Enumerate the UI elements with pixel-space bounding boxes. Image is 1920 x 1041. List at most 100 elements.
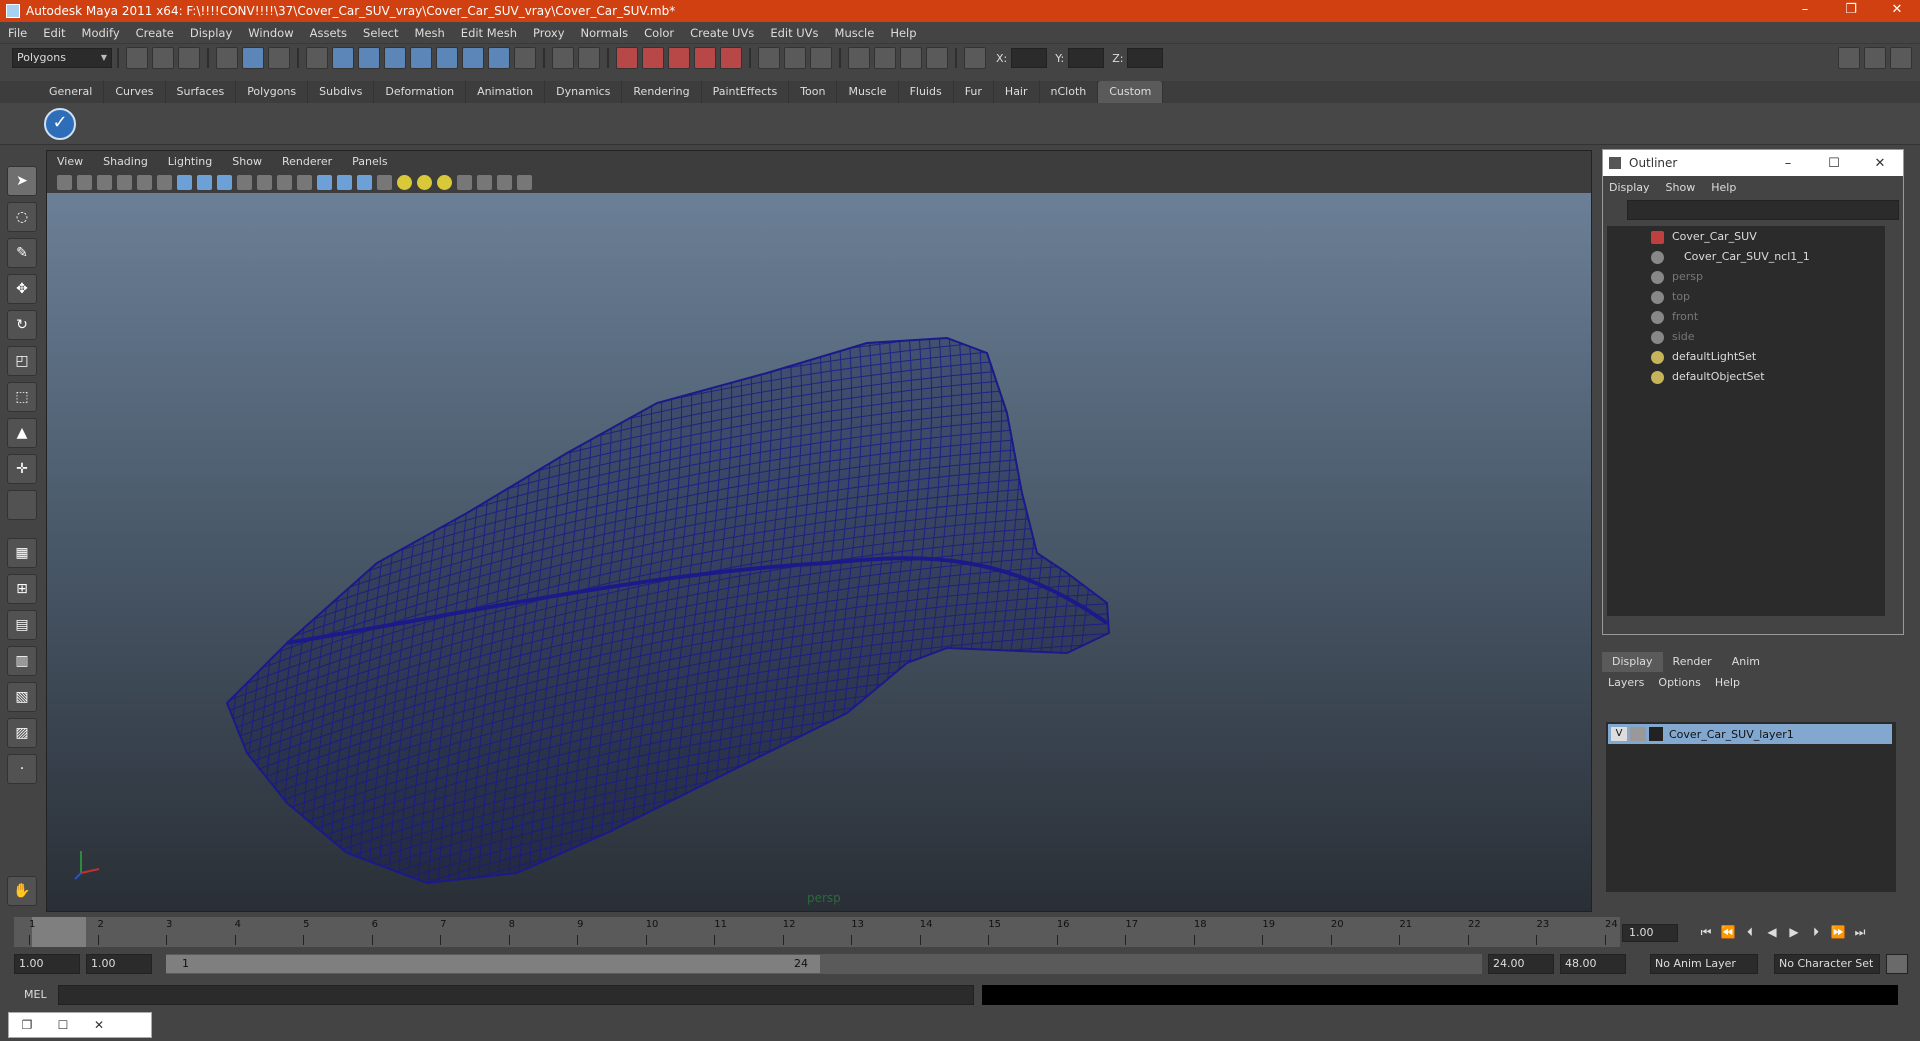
select-misc-icon[interactable] <box>514 47 536 69</box>
menu-edit-uvs[interactable]: Edit UVs <box>762 26 826 40</box>
shelf-tab-toon[interactable]: Toon <box>789 81 838 103</box>
character-set-dropdown[interactable]: No Character Set <box>1774 954 1880 974</box>
shelf-tab-subdivs[interactable]: Subdivs <box>308 81 375 103</box>
menu-modify[interactable]: Modify <box>74 26 128 40</box>
lock-selection-icon[interactable] <box>552 47 574 69</box>
select-object-icon[interactable] <box>242 47 264 69</box>
default-light-icon[interactable] <box>437 174 452 190</box>
snap-grid-icon[interactable] <box>616 47 638 69</box>
menu-edit[interactable]: Edit <box>35 26 73 40</box>
make-live-icon[interactable] <box>720 47 742 69</box>
step-back-frame-icon[interactable]: ⏪ <box>1717 925 1739 940</box>
shelf-tab-custom[interactable]: Custom <box>1098 81 1164 103</box>
anim-layer-dropdown[interactable]: No Anim Layer <box>1650 954 1758 974</box>
step-back-key-icon[interactable]: ⏴ <box>1739 925 1761 940</box>
quick-layout-icon[interactable]: ✋ <box>7 876 37 906</box>
save-scene-icon[interactable] <box>178 47 200 69</box>
menu-file[interactable]: File <box>0 26 35 40</box>
menu-display[interactable]: Display <box>182 26 240 40</box>
vp-menu-renderer[interactable]: Renderer <box>272 155 342 168</box>
x-field[interactable] <box>1011 48 1048 68</box>
outliner-item[interactable]: defaultLightSet <box>1651 348 1756 366</box>
range-slider-track[interactable]: 1 24 <box>166 954 1482 974</box>
menu-edit-mesh[interactable]: Edit Mesh <box>453 26 525 40</box>
go-to-end-icon[interactable]: ⏭ <box>1849 925 1871 940</box>
xray-icon[interactable] <box>477 174 492 190</box>
checkmark-icon[interactable]: ✓ <box>44 108 76 140</box>
scale-tool-icon[interactable]: ◰ <box>7 346 37 376</box>
select-rendering-icon[interactable] <box>488 47 510 69</box>
y-field[interactable] <box>1068 48 1105 68</box>
shelf-tab-fluids[interactable]: Fluids <box>899 81 954 103</box>
select-component-icon[interactable] <box>268 47 290 69</box>
layer-menu-layers[interactable]: Layers <box>1608 676 1644 689</box>
outliner-maximize-button[interactable]: ☐ <box>1811 156 1857 171</box>
layer-tab-display[interactable]: Display <box>1602 652 1663 672</box>
shadows-icon[interactable] <box>417 174 432 190</box>
mel-label[interactable]: MEL <box>24 988 47 1001</box>
layer-visibility-toggle[interactable]: V <box>1611 727 1627 741</box>
select-dynamics-icon[interactable] <box>462 47 484 69</box>
single-pane-layout-icon[interactable]: ▦ <box>7 538 37 568</box>
ipr-render-icon[interactable] <box>900 47 922 69</box>
select-deformations-icon[interactable] <box>436 47 458 69</box>
range-slider-bar[interactable]: 1 24 <box>166 955 820 973</box>
render-view-icon[interactable] <box>848 47 870 69</box>
start-time-field[interactable]: 1.00 <box>14 954 80 974</box>
menu-assets[interactable]: Assets <box>302 26 355 40</box>
layer-row[interactable]: V Cover_Car_SUV_layer1 <box>1608 724 1892 744</box>
mini-maximize-button[interactable]: ☐ <box>45 1018 81 1032</box>
outliner-item[interactable]: Cover_Car_SUV_ncl1_1 <box>1651 248 1810 266</box>
playback-end-field[interactable]: 24.00 <box>1488 954 1554 974</box>
paint-select-tool-icon[interactable]: ✎ <box>7 238 37 268</box>
vp-menu-view[interactable]: View <box>47 155 93 168</box>
play-backwards-icon[interactable]: ◀ <box>1761 925 1783 940</box>
layer-menu-options[interactable]: Options <box>1658 676 1700 689</box>
shelf-tab-hair[interactable]: Hair <box>994 81 1040 103</box>
new-scene-icon[interactable] <box>126 47 148 69</box>
input-ops-icon[interactable] <box>758 47 780 69</box>
shelf-tab-dynamics[interactable]: Dynamics <box>545 81 623 103</box>
outliner-menu-help[interactable]: Help <box>1711 181 1736 194</box>
vp-menu-lighting[interactable]: Lighting <box>158 155 222 168</box>
restore-button[interactable]: ❐ <box>1828 0 1874 22</box>
snap-view-plane-icon[interactable] <box>694 47 716 69</box>
lasso-tool-icon[interactable]: ◌ <box>7 202 37 232</box>
universal-manipulator-icon[interactable]: ⬚ <box>7 382 37 412</box>
outliner-persp-layout-icon[interactable]: ▤ <box>7 610 37 640</box>
select-surfaces-icon[interactable] <box>410 47 432 69</box>
menu-help[interactable]: Help <box>882 26 924 40</box>
mini-close-button[interactable]: ✕ <box>81 1018 117 1032</box>
outliner-item[interactable]: side <box>1651 328 1695 346</box>
grid-icon[interactable] <box>177 174 192 190</box>
menu-select[interactable]: Select <box>355 26 406 40</box>
rotate-tool-icon[interactable]: ↻ <box>7 310 37 340</box>
menu-normals[interactable]: Normals <box>573 26 637 40</box>
wireframe-icon[interactable] <box>317 174 332 190</box>
persp-graph-hypershade-layout-icon[interactable]: ▨ <box>7 718 37 748</box>
shelf-tab-fur[interactable]: Fur <box>954 81 994 103</box>
wireframe-on-shaded-icon[interactable] <box>357 174 372 190</box>
film-gate-icon[interactable] <box>197 174 212 190</box>
render-frame-icon[interactable] <box>874 47 896 69</box>
viewport-canvas[interactable]: persp <box>47 193 1591 911</box>
outliner-item[interactable]: persp <box>1651 268 1703 286</box>
outliner-item[interactable]: front <box>1651 308 1698 326</box>
vp-menu-show[interactable]: Show <box>222 155 272 168</box>
current-time-marker[interactable] <box>32 917 86 947</box>
snap-curve-icon[interactable] <box>642 47 664 69</box>
step-forward-key-icon[interactable]: ⏵ <box>1805 925 1827 940</box>
outliner-search-field[interactable] <box>1627 200 1899 220</box>
move-tool-icon[interactable]: ✥ <box>7 274 37 304</box>
safe-action-icon[interactable] <box>277 174 292 190</box>
layer-tab-render[interactable]: Render <box>1663 652 1722 672</box>
two-d-pan-zoom-icon[interactable] <box>137 174 152 190</box>
four-pane-layout-icon[interactable]: ⊞ <box>7 574 37 604</box>
camera-attributes-icon[interactable] <box>77 174 92 190</box>
use-all-lights-icon[interactable] <box>397 174 412 190</box>
bookmarks-icon[interactable] <box>97 174 112 190</box>
tool-settings-icon[interactable] <box>1864 47 1886 69</box>
shelf-tab-polygons[interactable]: Polygons <box>236 81 309 103</box>
shelf-tab-surfaces[interactable]: Surfaces <box>166 81 237 103</box>
shelf-tab-ncloth[interactable]: nCloth <box>1040 81 1099 103</box>
